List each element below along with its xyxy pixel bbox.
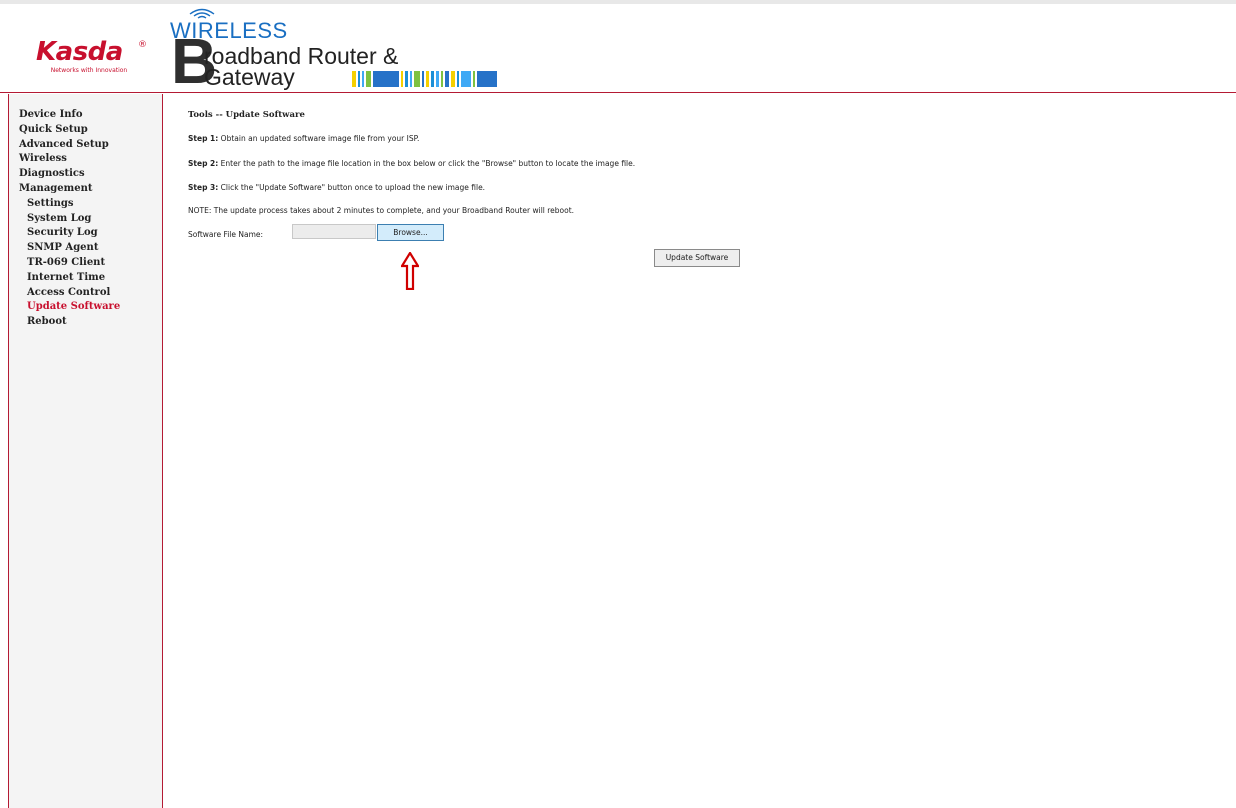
- sidebar-item-snmp-agent[interactable]: SNMP Agent: [19, 241, 120, 256]
- color-stripe: [431, 71, 434, 87]
- color-stripe: [441, 71, 443, 87]
- color-stripe: [436, 71, 439, 87]
- color-stripe: [410, 71, 412, 87]
- color-stripe: [373, 71, 399, 87]
- step-2: Step 2: Enter the path to the image file…: [188, 159, 635, 168]
- header: Kasda ® Networks with Innovation WIRELES…: [0, 4, 1236, 93]
- step-3-text: Click the "Update Software" button once …: [220, 183, 486, 192]
- step-1-label: Step 1:: [188, 134, 219, 143]
- banner-line-2: Gateway: [204, 64, 295, 90]
- sidebar: Device Info Quick Setup Advanced Setup Wire…: [8, 94, 163, 808]
- sidebar-item-internet-time[interactable]: Internet Time: [19, 271, 120, 286]
- step-3: Step 3: Click the "Update Software" butt…: [188, 183, 485, 192]
- step-3-label: Step 3:: [188, 183, 219, 192]
- color-stripe: [414, 71, 420, 87]
- color-stripe: [401, 71, 403, 87]
- file-name-input[interactable]: [292, 224, 376, 239]
- color-stripe: [426, 71, 429, 87]
- color-stripe: [366, 71, 371, 87]
- sidebar-item-update-software[interactable]: Update Software: [19, 300, 120, 315]
- color-stripe: [422, 71, 424, 87]
- step-1: Step 1: Obtain an updated software image…: [188, 134, 419, 143]
- sidebar-item-device-info[interactable]: Device Info: [19, 108, 120, 123]
- color-stripe: [461, 71, 471, 87]
- step-2-text: Enter the path to the image file locatio…: [220, 159, 636, 168]
- up-arrow-icon: [401, 252, 419, 290]
- sidebar-item-system-log[interactable]: System Log: [19, 212, 120, 227]
- sidebar-item-settings[interactable]: Settings: [19, 197, 120, 212]
- note-text: NOTE: The update process takes about 2 m…: [188, 206, 575, 215]
- sidebar-item-management[interactable]: Management: [19, 182, 120, 197]
- logo-tagline: Networks with Innovation: [50, 67, 128, 74]
- sidebar-item-quick-setup[interactable]: Quick Setup: [19, 123, 120, 138]
- color-stripes: [352, 71, 499, 87]
- color-stripe: [473, 71, 475, 87]
- page-title: Tools -- Update Software: [188, 110, 305, 120]
- file-name-label: Software File Name:: [188, 230, 264, 239]
- sidebar-item-reboot[interactable]: Reboot: [19, 315, 120, 330]
- color-stripe: [352, 71, 356, 87]
- step-1-text: Obtain an updated software image file fr…: [220, 134, 420, 143]
- color-stripe: [405, 71, 408, 87]
- logo-text: Kasda: [36, 37, 123, 67]
- color-stripe: [362, 71, 364, 87]
- registered-mark: ®: [138, 40, 147, 50]
- update-software-button[interactable]: Update Software: [654, 249, 740, 267]
- sidebar-nav: Device Info Quick Setup Advanced Setup Wire…: [19, 108, 120, 330]
- sidebar-item-access-control[interactable]: Access Control: [19, 286, 120, 301]
- color-stripe: [477, 71, 497, 87]
- sidebar-item-diagnostics[interactable]: Diagnostics: [19, 167, 120, 182]
- sidebar-item-wireless[interactable]: Wireless: [19, 152, 120, 167]
- color-stripe: [457, 71, 459, 87]
- browse-button[interactable]: Browse...: [377, 224, 444, 241]
- sidebar-item-advanced-setup[interactable]: Advanced Setup: [19, 138, 120, 153]
- step-2-label: Step 2:: [188, 159, 219, 168]
- color-stripe: [358, 71, 360, 87]
- header-divider: [163, 92, 1236, 93]
- brand-logo: Kasda ® Networks with Innovation: [34, 37, 149, 81]
- color-stripe: [451, 71, 455, 87]
- sidebar-item-tr-069-client[interactable]: TR-069 Client: [19, 256, 120, 271]
- sidebar-item-security-log[interactable]: Security Log: [19, 226, 120, 241]
- product-banner: WIRELESS B roadband Router & Gateway: [168, 4, 568, 93]
- color-stripe: [445, 71, 449, 87]
- sidebar-top-divider: [0, 92, 163, 93]
